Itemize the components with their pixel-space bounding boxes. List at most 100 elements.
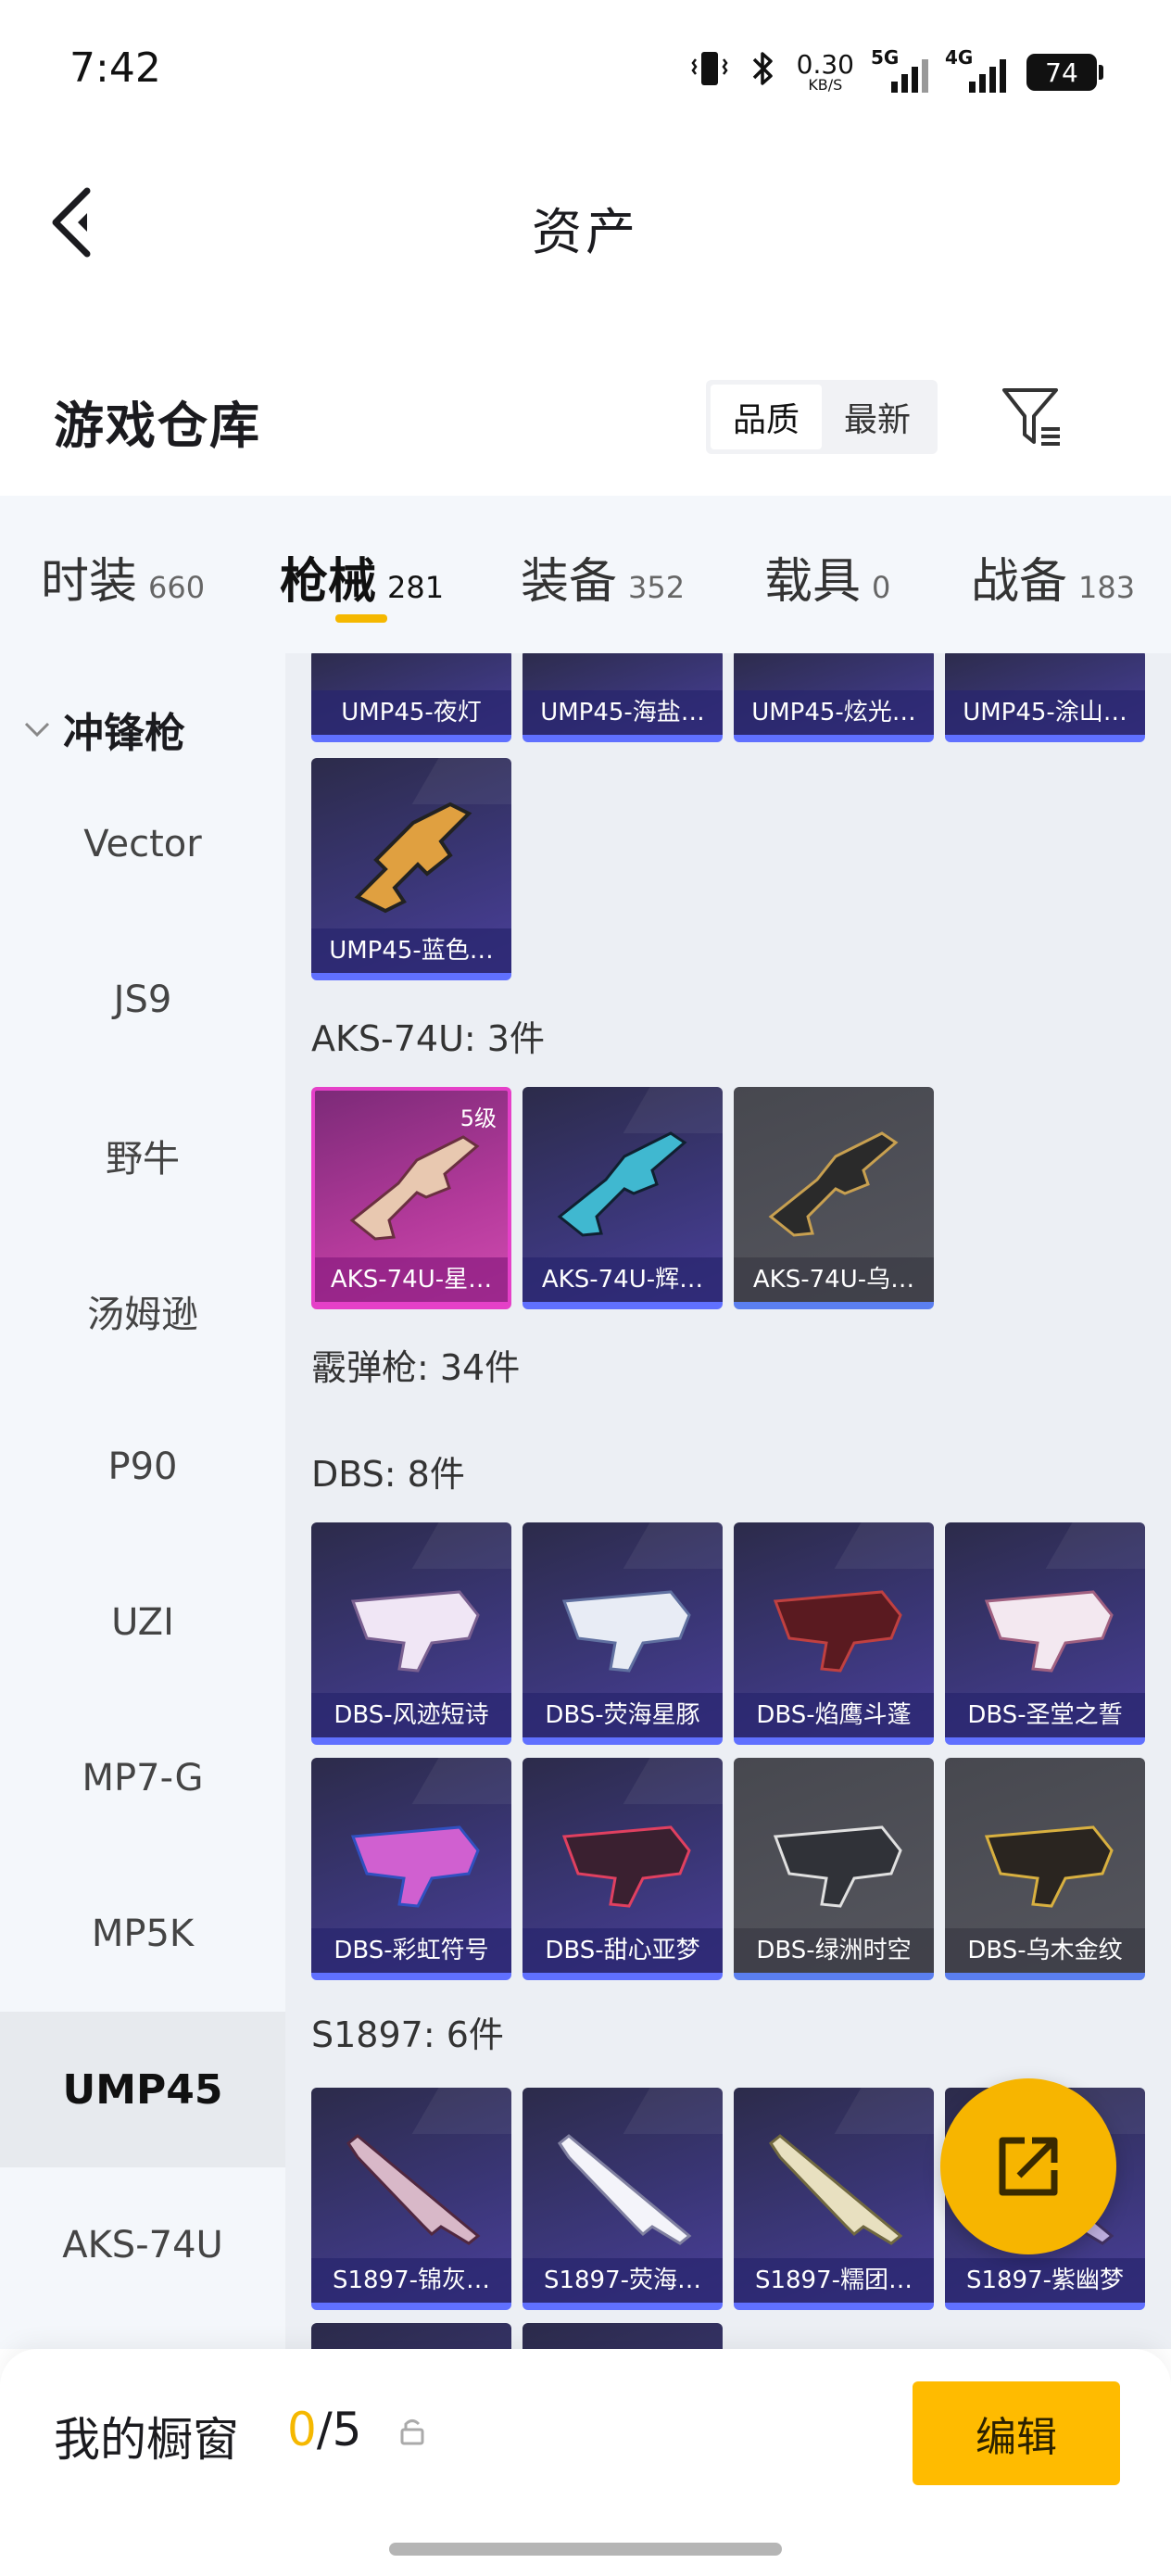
tab-supplies[interactable]: 战备 183: [971, 542, 1135, 612]
item-label: S1897-紫幽梦: [945, 2258, 1145, 2303]
vibrate-icon: [691, 48, 728, 96]
item-card[interactable]: S1897-荧海…: [523, 2088, 723, 2310]
item-label: UMP45-涂山…: [945, 690, 1145, 735]
category-tabs: 时装 660 枪械 281 装备 352 载具 0 战备 183: [0, 496, 1171, 653]
shotgun-icon: [561, 1825, 691, 1908]
group-header-dbs: DBS: 8件: [311, 1454, 465, 1495]
item-label: DBS-甜心亚梦: [523, 1928, 723, 1973]
chevron-down-icon: [24, 722, 50, 738]
sidebar-item-mp5k[interactable]: MP5K: [0, 1856, 285, 2012]
item-label: S1897-糯团…: [734, 2258, 934, 2303]
item-label: DBS-焰鹰斗蓬: [734, 1693, 934, 1737]
item-label: AKS-74U-乌…: [734, 1257, 934, 1302]
shotgun-icon: [350, 1825, 480, 1908]
item-card[interactable]: AKS-74U-乌…: [734, 1087, 934, 1309]
item-card[interactable]: UMP45-蓝色…: [311, 758, 511, 980]
item-label: UMP45-蓝色…: [311, 928, 511, 973]
item-label: DBS-绿洲时空: [734, 1928, 934, 1973]
active-tab-indicator: [335, 614, 387, 623]
page-title: 资产: [532, 203, 639, 261]
app-header: 资产: [0, 139, 1171, 297]
item-card[interactable]: DBS-风迹短诗: [311, 1522, 511, 1745]
item-label: UMP45-炫光…: [734, 690, 934, 735]
item-card[interactable]: DBS-焰鹰斗蓬: [734, 1522, 934, 1745]
item-card[interactable]: DBS-荧海星豚: [523, 1522, 723, 1745]
group-header-aks74u: AKS-74U: 3件: [311, 1018, 545, 1059]
item-label: DBS-荧海星豚: [523, 1693, 723, 1737]
item-card[interactable]: AKS-74U-辉…: [523, 1087, 723, 1309]
share-button[interactable]: [940, 2078, 1116, 2254]
external-link-icon: [999, 2137, 1058, 2196]
tab-fashion[interactable]: 时装 660: [41, 542, 205, 612]
shotgun-icon: [984, 1825, 1114, 1908]
warehouse-section-header: 游戏仓库 品质 最新: [0, 352, 1171, 482]
item-label: UMP45-夜灯: [311, 690, 511, 735]
item-label: AKS-74U-星…: [315, 1257, 508, 1302]
sidebar-group-smg[interactable]: 冲锋枪: [20, 700, 185, 759]
sidebar-item-aks74u[interactable]: AKS-74U: [0, 2167, 285, 2323]
tab-vehicles[interactable]: 载具 0: [764, 542, 890, 612]
item-card[interactable]: DBS-彩虹符号: [311, 1758, 511, 1980]
shotgun-icon: [984, 1590, 1114, 1673]
sidebar-item-uzi[interactable]: UZI: [0, 1545, 285, 1700]
shotgun-icon: [561, 1590, 691, 1673]
sidebar-item-vector[interactable]: Vector: [0, 766, 285, 922]
shotgun-icon: [773, 1590, 902, 1673]
item-card[interactable]: S1897-糯团…: [734, 2088, 934, 2310]
pump-shotgun-icon: [346, 2134, 481, 2245]
item-label: DBS-风迹短诗: [311, 1693, 511, 1737]
status-icons: 0.30 KB/S 5G 4G 74: [691, 44, 1103, 100]
item-card[interactable]: 5级 AKS-74U-星…: [311, 1087, 511, 1309]
signal-5g-icon: 5G: [871, 46, 928, 93]
item-card[interactable]: S1897-锦灰…: [311, 2088, 511, 2310]
sidebar-item-ump45[interactable]: UMP45: [0, 2012, 285, 2167]
item-label: S1897-锦灰…: [311, 2258, 511, 2303]
home-indicator[interactable]: [389, 2543, 782, 2556]
rifle-icon: [349, 1135, 480, 1241]
filter-icon: [1002, 388, 1060, 446]
shotgun-icon: [350, 1590, 480, 1673]
item-card[interactable]: UMP45-夜灯: [311, 653, 511, 742]
item-label: AKS-74U-辉…: [523, 1257, 723, 1302]
filter-button[interactable]: [1001, 385, 1065, 449]
item-label: S1897-荧海…: [523, 2258, 723, 2303]
item-card[interactable]: DBS-绿洲时空: [734, 1758, 934, 1980]
sort-newest-option[interactable]: 最新: [822, 385, 933, 449]
edit-button[interactable]: 编辑: [913, 2381, 1120, 2485]
signal-4g-icon: 4G: [945, 46, 1006, 93]
pump-shotgun-icon: [557, 2134, 692, 2245]
item-card[interactable]: DBS-乌木金纹: [945, 1758, 1145, 1980]
sidebar-item-mp7g[interactable]: MP7-G: [0, 1700, 285, 1856]
bluetooth-icon: [749, 48, 776, 96]
rifle-icon: [768, 1131, 899, 1237]
shotgun-icon: [773, 1825, 902, 1908]
tab-equipment[interactable]: 装备 352: [521, 542, 685, 612]
smg-icon: [354, 802, 472, 914]
sort-toggle: 品质 最新: [706, 380, 938, 454]
sidebar-item-js9[interactable]: JS9: [0, 922, 285, 1078]
item-card[interactable]: [311, 2323, 511, 2349]
pump-shotgun-icon: [768, 2134, 903, 2245]
item-card[interactable]: UMP45-海盐…: [523, 653, 723, 742]
item-label: DBS-圣堂之誓: [945, 1693, 1145, 1737]
sidebar-item-bison[interactable]: 野牛: [0, 1078, 285, 1233]
item-card[interactable]: [523, 2323, 723, 2349]
rifle-icon: [557, 1131, 687, 1237]
net-speed: 0.30 KB/S: [796, 49, 854, 94]
status-bar: 7:42 0.30 KB/S 5G 4G 74: [0, 0, 1171, 139]
item-label: DBS-彩虹符号: [311, 1928, 511, 1973]
item-card[interactable]: DBS-圣堂之誓: [945, 1522, 1145, 1745]
item-label: DBS-乌木金纹: [945, 1928, 1145, 1973]
tab-guns[interactable]: 枪械 281: [280, 542, 444, 612]
sidebar-item-p90[interactable]: P90: [0, 1389, 285, 1545]
item-label: UMP45-海盐…: [523, 690, 723, 735]
group-header-shotgun: 霰弹枪: 34件: [311, 1347, 521, 1388]
section-title: 游戏仓库: [54, 396, 261, 455]
sort-quality-option[interactable]: 品质: [711, 385, 822, 449]
group-header-s1897: S1897: 6件: [311, 2014, 504, 2055]
item-card[interactable]: UMP45-涂山…: [945, 653, 1145, 742]
item-card[interactable]: DBS-甜心亚梦: [523, 1758, 723, 1980]
battery-icon: 74: [1026, 54, 1103, 91]
item-card[interactable]: UMP45-炫光…: [734, 653, 934, 742]
sidebar-item-thompson[interactable]: 汤姆逊: [0, 1233, 285, 1389]
